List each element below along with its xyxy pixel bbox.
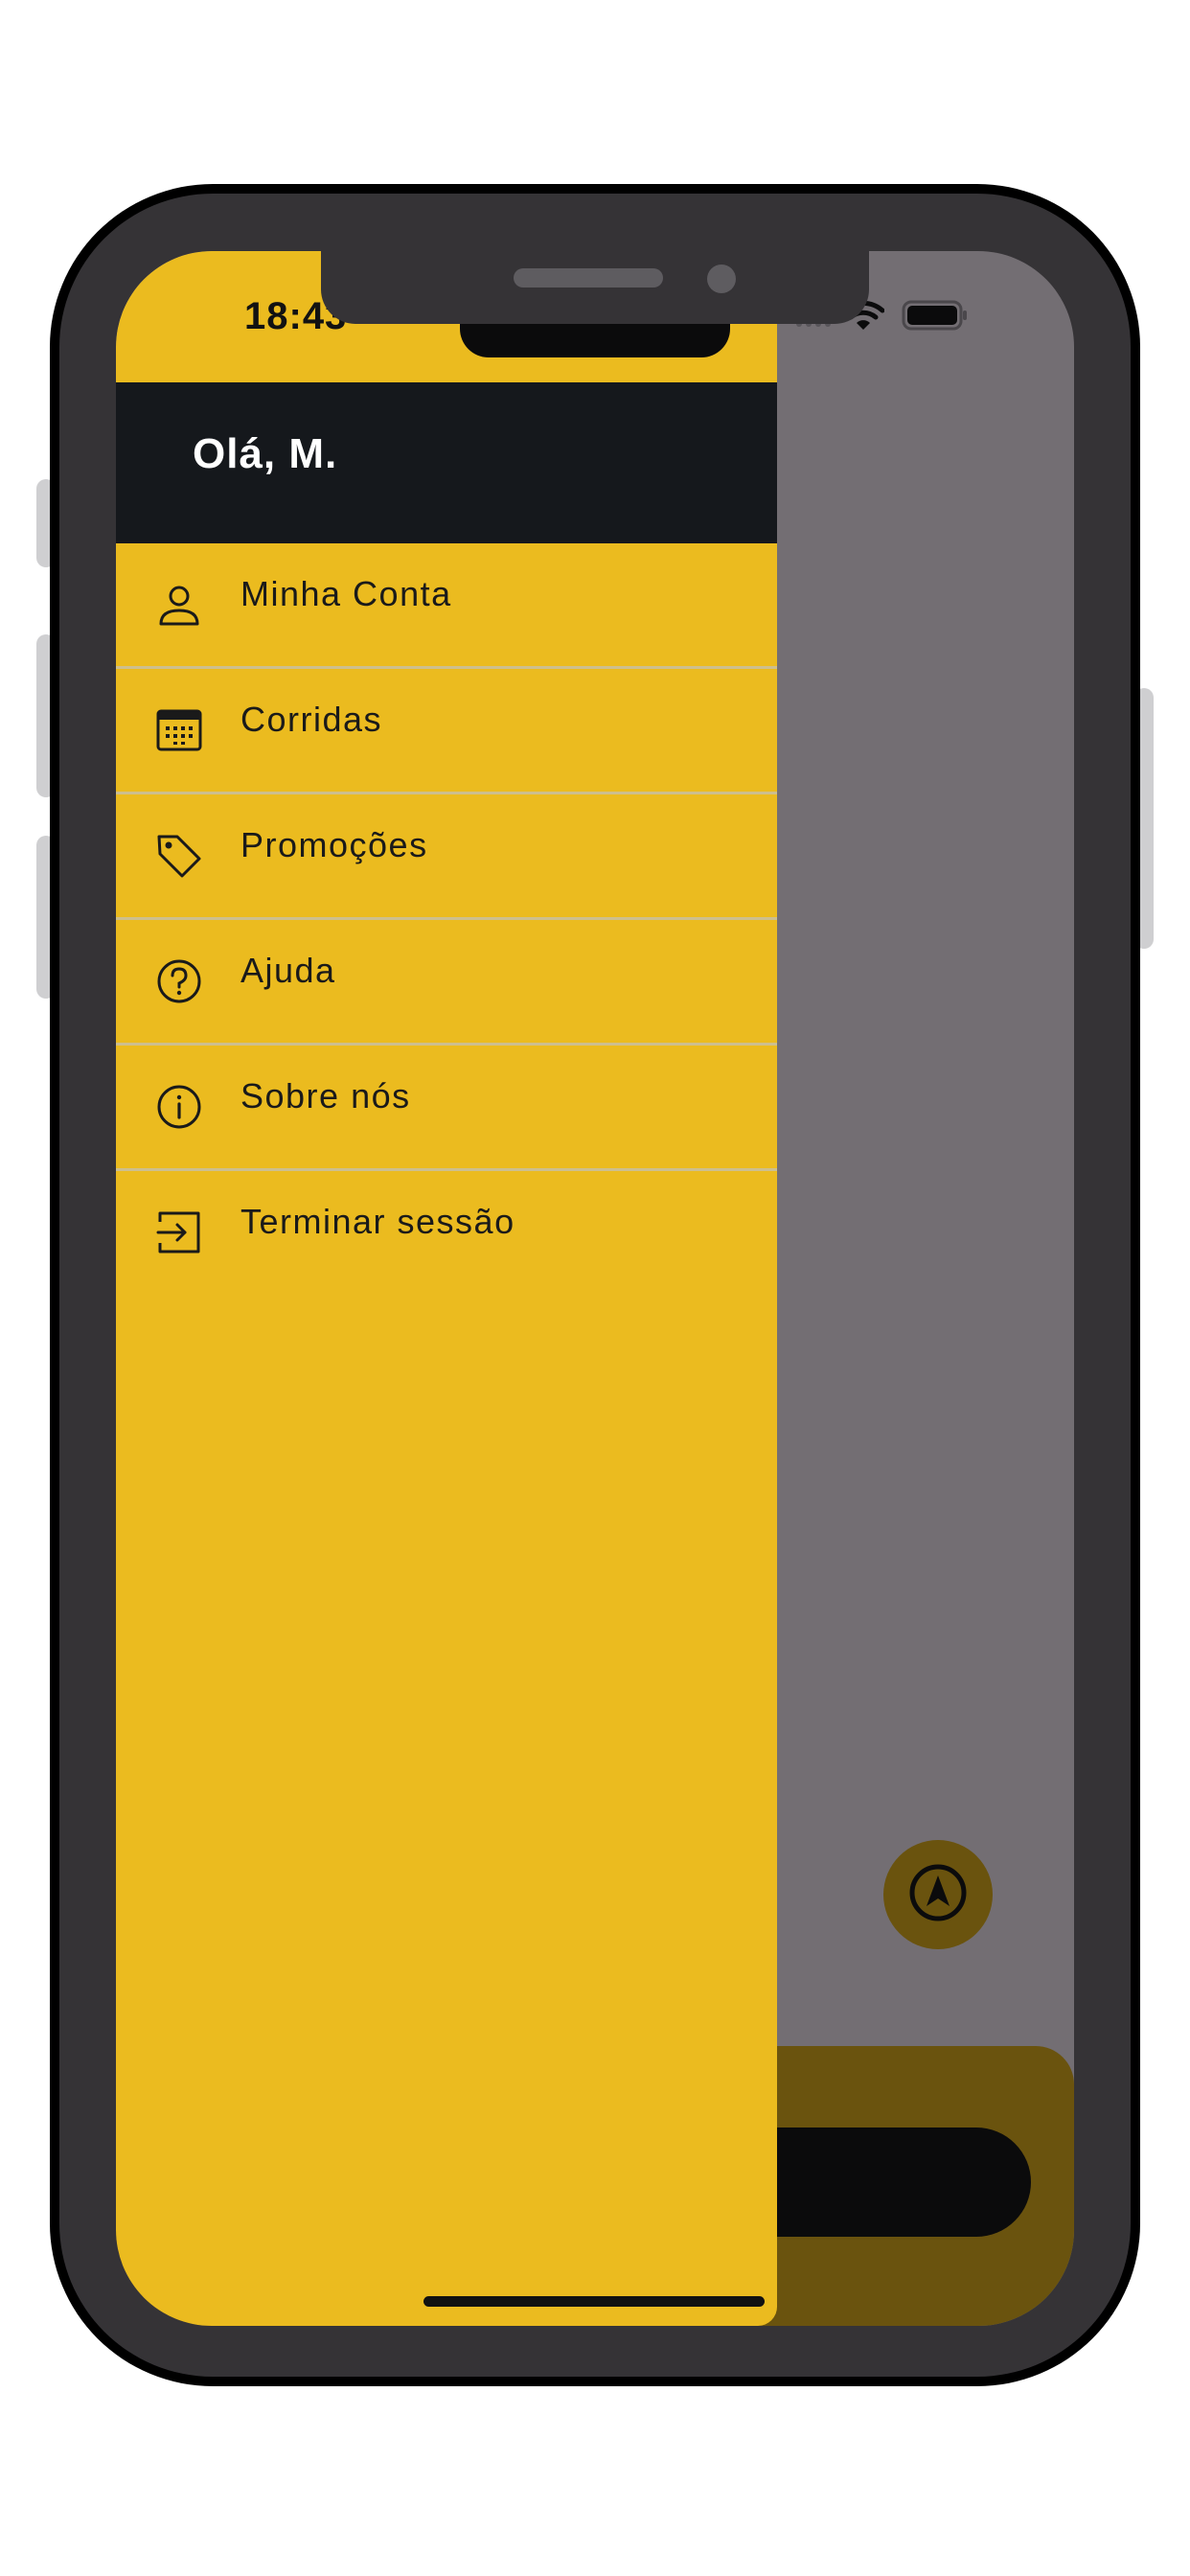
navigation-drawer: 18:43 Olá, M. Minha Conta Corridas Promo… [116,251,777,2326]
earpiece-speaker [514,268,663,288]
navigation-arrow-icon [907,1862,969,1928]
menu-item-rides[interactable]: Corridas [116,669,777,794]
menu-label-promotions: Promoções [240,825,428,864]
menu-label-logout: Terminar sessão [240,1202,515,1241]
battery-icon [902,299,969,336]
user-greeting: Olá, M. [193,430,338,477]
phone-notch [321,251,869,324]
menu-item-logout[interactable]: Terminar sessão [116,1171,777,1297]
menu-item-about[interactable]: Sobre nós [116,1046,777,1171]
menu-label-about: Sobre nós [240,1076,411,1116]
locate-me-button[interactable] [883,1840,993,1949]
home-indicator[interactable] [423,2296,765,2307]
drawer-menu: Minha Conta Corridas Promoções Ajuda Sob… [116,543,777,1297]
calendar-icon [154,705,204,755]
drawer-header: Olá, M. [116,382,777,543]
phone-screen: 18:43 Olá, M. Minha Conta Corridas Promo… [116,251,1074,2326]
menu-label-rides: Corridas [240,700,383,739]
menu-label-help: Ajuda [240,951,336,990]
menu-item-promotions[interactable]: Promoções [116,794,777,920]
tag-icon [154,831,204,881]
notch-sensor-bar [460,324,730,357]
person-icon [154,580,204,630]
info-circle-icon [154,1082,204,1132]
menu-item-account[interactable]: Minha Conta [116,543,777,669]
menu-label-account: Minha Conta [240,574,452,613]
logout-icon [154,1208,204,1257]
help-circle-icon [154,956,204,1006]
menu-item-help[interactable]: Ajuda [116,920,777,1046]
front-camera [707,264,736,293]
